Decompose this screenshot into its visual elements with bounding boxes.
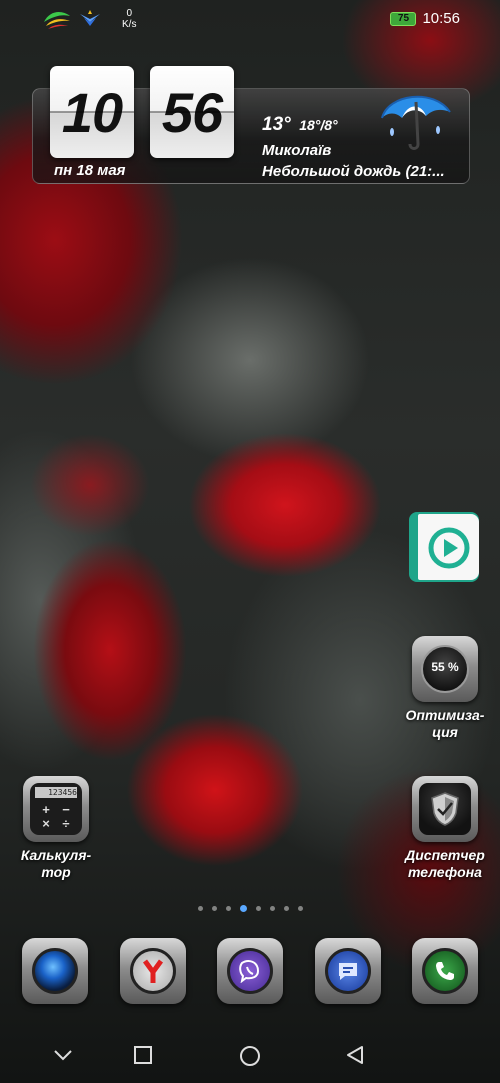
page-dot[interactable] [283,906,289,911]
app-calculator[interactable]: 123456 + − × ÷ Калькуля- тор [8,776,104,881]
network-speed: 0 K/s [122,8,136,30]
bird-notification-icon [80,10,100,26]
page-dot-active[interactable] [239,905,247,912]
collapse-chevron-icon[interactable] [52,1044,74,1066]
browser-icon [130,948,176,994]
page-dot[interactable] [297,906,303,911]
divide-icon: ÷ [62,816,70,831]
optimization-percent: 55 % [431,660,459,674]
calculator-label: Калькуля- тор [8,847,104,881]
dock-viber[interactable] [217,938,283,1004]
optimization-label: Оптимиза- ция [395,707,495,741]
camera-icon [32,948,78,994]
status-time: 10:56 [422,10,460,27]
plus-icon: + [42,802,50,817]
phone-manager-icon[interactable] [412,776,478,842]
page-indicator[interactable] [0,905,500,912]
calculator-label-line1: Калькуля- [20,847,92,863]
page-dot[interactable] [197,906,203,911]
leaf-notification-icon [44,12,70,29]
phone-manager-label-line1: Диспетчер [405,847,485,863]
dock-phone[interactable] [412,938,478,1004]
dock-messages[interactable] [315,938,381,1004]
messages-icon [325,948,371,994]
clock-hours[interactable]: 10 [50,66,134,158]
navigation-bar [0,1030,500,1083]
page-dot[interactable] [255,906,261,911]
phone-manager-label-line2: телефона [408,864,482,880]
recent-apps-icon[interactable] [132,1044,154,1066]
current-temperature: 13° [262,114,291,135]
multiply-icon: × [42,816,50,831]
weather-city[interactable]: Миколаїв [262,142,331,159]
weather-temperature-row[interactable]: 13° 18°/8° [262,114,338,136]
back-icon[interactable] [344,1044,366,1066]
optimization-label-line1: Оптимиза- [405,707,485,723]
optimization-icon[interactable]: 55 % [412,636,478,702]
status-bar: 0 K/s 75 10:56 [0,0,500,40]
video-player-icon[interactable] [409,512,479,582]
calculator-icon[interactable]: 123456 + − × ÷ [23,776,89,842]
calculator-label-line2: тор [41,864,71,880]
page-dot[interactable] [211,906,217,911]
phone-manager-label: Диспетчер телефона [395,847,495,881]
network-speed-unit: K/s [122,19,137,30]
home-icon[interactable] [238,1044,262,1068]
umbrella-rain-icon[interactable] [378,88,454,158]
phone-icon [422,948,468,994]
page-dot[interactable] [225,906,231,911]
network-speed-value: 0 [126,8,132,19]
dock-camera[interactable] [22,938,88,1004]
viber-icon [227,948,273,994]
dock-browser[interactable] [120,938,186,1004]
app-video-player[interactable] [409,512,481,587]
widget-date[interactable]: пн 18 мая [54,162,126,179]
temperature-range: 18°/8° [299,117,338,133]
battery-indicator: 75 [390,11,417,26]
app-optimization[interactable]: 55 % Оптимиза- ция [395,636,495,741]
notification-icons [42,8,102,30]
weather-condition[interactable]: Небольшой дождь (21:... [262,163,445,180]
clock-minutes[interactable]: 56 [150,66,234,158]
shield-icon [431,792,459,826]
app-phone-manager[interactable]: Диспетчер телефона [395,776,495,881]
minus-icon: − [62,802,70,817]
calculator-display: 123456 [35,787,77,798]
page-dot[interactable] [269,906,275,911]
optimization-label-line2: ция [432,724,458,740]
